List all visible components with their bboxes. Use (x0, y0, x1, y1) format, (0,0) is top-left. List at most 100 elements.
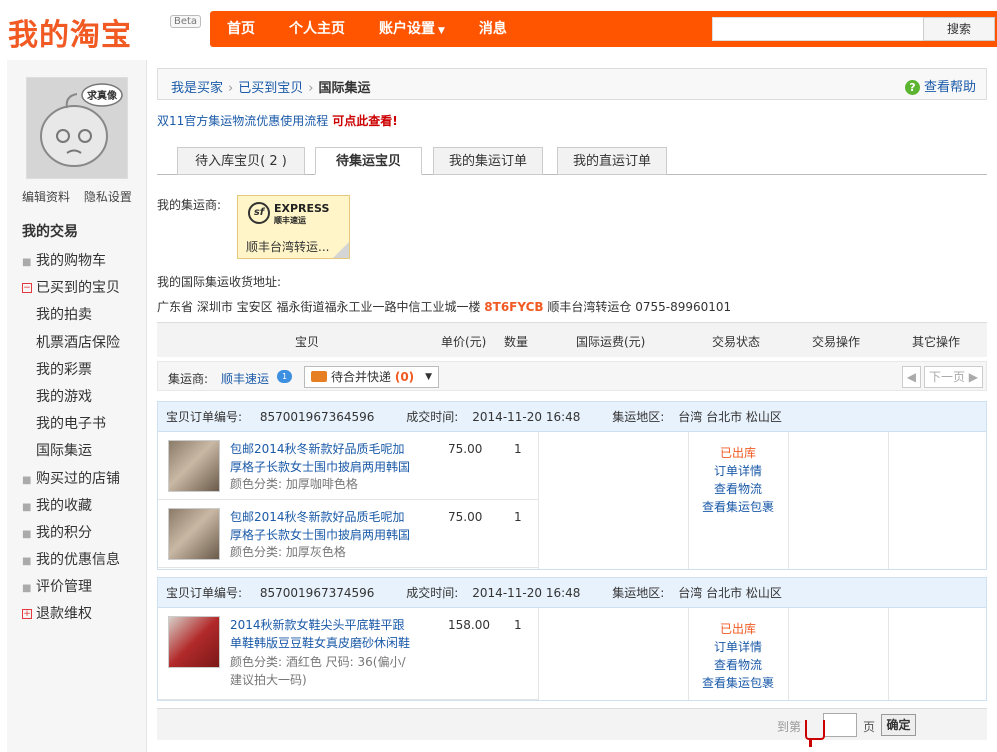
breadcrumb-current: 国际集运 (318, 81, 371, 96)
sidebar-item-coupons[interactable]: ■ 我的优惠信息 (22, 547, 120, 574)
default-avatar-icon: 求真像 (27, 78, 127, 178)
product-title[interactable]: 2014秋新款女鞋尖头平底鞋平跟单鞋韩版豆豆鞋女真皮磨砂休闲鞋 (230, 616, 415, 652)
filter-carrier-link[interactable]: 顺丰速运 (221, 370, 269, 387)
sidebar-item-purchased[interactable]: − 已买到的宝贝 (22, 275, 120, 302)
help-link[interactable]: ? 查看帮助 (904, 76, 976, 95)
logistics-link[interactable]: 查看物流 (688, 480, 788, 498)
product-qty: 1 (514, 442, 522, 456)
search-button[interactable]: 搜索 (923, 17, 995, 41)
question-icon: ? (904, 80, 920, 95)
col-price: 单价(元) (441, 335, 487, 349)
order-header: 宝贝订单编号: 857001967374596 成交时间: 2014-11-20 … (158, 578, 986, 608)
bullet-icon: ■ (22, 556, 32, 568)
nav-account-settings[interactable]: 账户设置 ▼ (362, 11, 462, 47)
order-detail-link[interactable]: 订单详情 (688, 638, 788, 656)
expand-icon[interactable]: + (22, 609, 32, 620)
carrier-count-badge: 1 (277, 370, 292, 383)
tab-bar: 待入库宝贝( 2 ) 待集运宝贝 我的集运订单 我的直运订单 (157, 147, 987, 175)
shipping-address: 广东省 深圳市 宝安区 福永街道福永工业一路中信工业城一楼 8T6FYCB 顺丰… (157, 300, 732, 314)
order-time: 2014-11-20 16:48 (472, 586, 581, 600)
shopping-cart-icon[interactable] (805, 720, 825, 745)
breadcrumb: 我是买家 › 已买到宝贝 › 国际集运 ? 查看帮助 (157, 68, 987, 100)
tab-consolidation-orders[interactable]: 我的集运订单 (433, 147, 543, 175)
sidebar-item-cart[interactable]: ■ 我的购物车 (22, 248, 120, 275)
divider (888, 608, 889, 700)
caret-down-icon: ▼ (425, 372, 432, 382)
sidebar-item-intl-shipping[interactable]: 国际集运 (22, 438, 120, 465)
sidebar-item-favorites[interactable]: ■ 我的收藏 (22, 493, 120, 520)
sidebar-menu: ■ 我的购物车 − 已买到的宝贝 我的拍卖 机票酒店保险 我的彩票 我的游戏 我的电… (22, 248, 120, 629)
collapse-icon[interactable]: − (22, 283, 32, 294)
page-label: 页 (863, 720, 876, 734)
tab-pending-storage[interactable]: 待入库宝贝( 2 ) (177, 147, 305, 175)
sidebar-item-shops[interactable]: ■ 购买过的店铺 (22, 466, 120, 493)
carrier-logo-text: EXPRESS (274, 202, 330, 215)
carrier-label: 我的集运商: (157, 198, 222, 212)
product-image[interactable] (168, 440, 220, 492)
col-qty: 数量 (504, 335, 529, 349)
order-item: 2014秋新款女鞋尖头平底鞋平跟单鞋韩版豆豆鞋女真皮磨砂休闲鞋 颜色分类: 酒红… (158, 608, 538, 700)
avatar[interactable]: 求真像 (26, 77, 128, 179)
sidebar-item-points[interactable]: ■ 我的积分 (22, 520, 120, 547)
package-link[interactable]: 查看集运包裹 (688, 498, 788, 516)
product-price: 75.00 (448, 510, 483, 524)
notice-link[interactable]: 双11官方集运物流优惠使用流程 (157, 114, 328, 128)
package-link[interactable]: 查看集运包裹 (688, 674, 788, 692)
tab-direct-orders[interactable]: 我的直运订单 (557, 147, 667, 175)
order-number: 857001967364596 (259, 410, 375, 424)
sidebar-item-travel[interactable]: 机票酒店保险 (22, 330, 120, 357)
sidebar-item-refunds[interactable]: + 退款维权 (22, 601, 120, 628)
product-image[interactable] (168, 508, 220, 560)
selected-check-icon (333, 242, 349, 258)
col-status: 交易状态 (712, 335, 761, 349)
col-item: 宝贝 (295, 335, 320, 349)
product-title[interactable]: 包邮2014秋冬新款好品质毛呢加厚格子长款女士围巾披肩两用韩国 (230, 508, 415, 544)
order-region: 台湾 台北市 松山区 (678, 586, 782, 600)
product-qty: 1 (514, 510, 522, 524)
merge-dropdown[interactable]: 待合并快递 (0) ▼ (304, 366, 439, 388)
product-qty: 1 (514, 618, 522, 632)
divider (788, 432, 789, 569)
tab-pending-consolidation[interactable]: 待集运宝贝 (315, 147, 422, 175)
notice: 双11官方集运物流优惠使用流程 可点此查看! (157, 112, 398, 129)
sidebar-section-title: 我的交易 (22, 224, 78, 240)
prev-page-button[interactable]: ◀ (901, 366, 921, 388)
sidebar-item-ebooks[interactable]: 我的电子书 (22, 411, 120, 438)
sidebar-item-lottery[interactable]: 我的彩票 (22, 357, 120, 384)
table-header: 宝贝 单价(元) 数量 国际运费(元) 交易状态 交易操作 其它操作 (157, 322, 987, 357)
taobao-logo[interactable]: 我的淘宝 (8, 10, 132, 54)
product-sku: 颜色分类: 酒红色 尺码: 36(偏小/建议拍大一码) (230, 655, 406, 687)
sidebar-item-games[interactable]: 我的游戏 (22, 384, 120, 411)
sidebar-item-auction[interactable]: 我的拍卖 (22, 302, 120, 329)
nav-home[interactable]: 首页 (210, 11, 272, 47)
next-page-button[interactable]: 下一页 ▶ (923, 366, 983, 388)
filter-bar: 集运商: 顺丰速运 1 待合并快递 (0) ▼ ◀ 下一页 ▶ (157, 361, 987, 391)
bottom-pager: 到第 页 确定 (157, 708, 987, 740)
order-time: 2014-11-20 16:48 (472, 410, 581, 424)
breadcrumb-buyer[interactable]: 我是买家 (171, 81, 223, 96)
breadcrumb-purchased[interactable]: 已买到宝贝 (238, 81, 303, 96)
nav-messages[interactable]: 消息 (462, 11, 524, 47)
top-nav-bar: 首页 个人主页 账户设置 ▼ 消息 搜索 (210, 11, 997, 47)
notice-view-link[interactable]: 可点此查看! (332, 114, 397, 128)
product-price: 75.00 (448, 442, 483, 456)
goto-label: 到第 (777, 720, 802, 734)
logistics-link[interactable]: 查看物流 (688, 656, 788, 674)
privacy-settings-link[interactable]: 隐私设置 (84, 190, 132, 204)
page-number-input[interactable] (823, 713, 857, 737)
profile-links: 编辑资料 隐私设置 (22, 188, 142, 205)
nav-profile[interactable]: 个人主页 (272, 11, 362, 47)
divider (788, 608, 789, 700)
search-input[interactable] (712, 17, 924, 41)
bullet-icon: ■ (22, 474, 32, 486)
status-badge: 已出库 (719, 622, 756, 636)
sidebar-item-reviews[interactable]: ■ 评价管理 (22, 574, 120, 601)
confirm-button[interactable]: 确定 (881, 714, 916, 736)
divider (888, 432, 889, 569)
order-detail-link[interactable]: 订单详情 (688, 462, 788, 480)
product-title[interactable]: 包邮2014秋冬新款好品质毛呢加厚格子长款女士围巾披肩两用韩国 (230, 440, 415, 476)
edit-profile-link[interactable]: 编辑资料 (22, 190, 70, 204)
carrier-card[interactable]: sf EXPRESS 顺丰速运 顺丰台湾转运... (237, 195, 350, 259)
product-image[interactable] (168, 616, 220, 668)
order-card: 宝贝订单编号: 857001967374596 成交时间: 2014-11-20 … (157, 577, 987, 701)
